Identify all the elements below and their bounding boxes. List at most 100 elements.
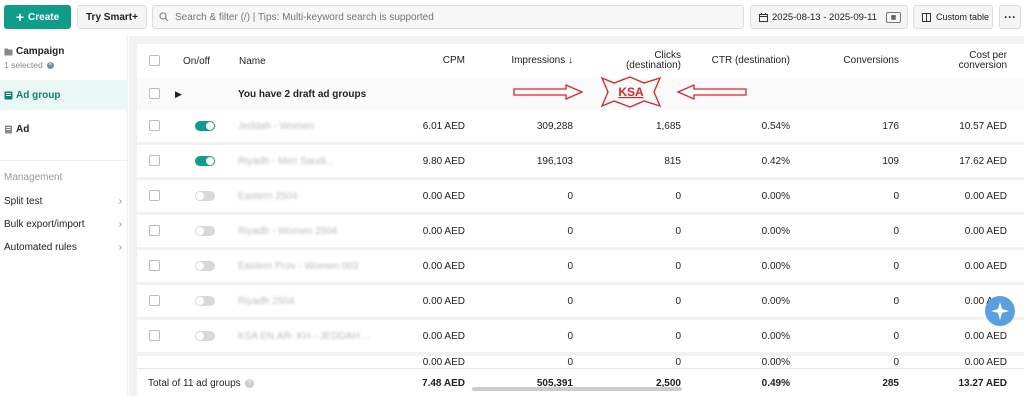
adgroup-name[interactable]: Eastern 2504 [238,180,298,212]
cell-clicks: 0 [675,225,681,237]
table-footer: Total of 11 ad groups ? 7.48 AED 505,391… [137,368,1024,396]
cell-clicks: 0 [675,356,681,368]
search-input[interactable] [175,11,735,23]
sidebar-link-bulk-export[interactable]: Bulk export/import › [4,219,122,230]
cell-impressions: 0 [567,225,573,237]
status-toggle[interactable] [195,331,215,341]
status-toggle[interactable] [195,226,215,236]
cell-cpm: 6.01 AED [422,120,465,132]
header-impressions[interactable]: Impressions ↓ [477,44,573,78]
sidebar-item-ad[interactable]: Ad [0,124,128,135]
header-ctr[interactable]: CTR (destination) [692,44,790,78]
header-conversions[interactable]: Conversions [807,44,899,78]
cell-clicks: 0 [675,260,681,272]
try-smart-plus-button[interactable]: Try Smart+ [77,5,147,29]
clear-selection-icon[interactable]: × [46,61,54,69]
cell-cpm: 0.00 AED [422,190,465,202]
ad-icon [5,125,12,134]
cell-cpm: 0.00 AED [422,330,465,342]
row-checkbox[interactable] [149,260,160,271]
custom-table-button[interactable]: Custom table [913,5,993,29]
cell-clicks: 0 [675,295,681,307]
cell-ctr: 0.00% [761,295,790,307]
table-row[interactable]: Jeddah - Women 6.01 AED 309,288 1,685 0.54% 1… [137,110,1024,142]
adgroup-name[interactable]: Jeddah - Women [238,110,314,142]
toggle-knob [196,332,204,340]
adgroup-icon [4,91,13,99]
table-row[interactable]: Eastern Prov - Women 003 0.00 AED 0 0 0.00% 0… [137,250,1024,282]
cell-cpc: 17.62 AED [959,155,1007,167]
expand-triangle-icon[interactable]: ▶ [175,78,182,110]
sidebar-link-label: Automated rules [4,242,77,253]
table-row[interactable]: KSA EN.AR- KH - JEDDAH ... 0.00 AED 0 0 0.00… [137,320,1024,352]
sidebar-link-split-test[interactable]: Split test › [4,196,122,207]
sparkle-icon [991,302,1009,320]
row-checkbox[interactable] [149,330,160,341]
adgroup-name[interactable]: Riyadh - Men Saudi... [238,145,334,177]
annotation-text: KSA [618,85,644,99]
header-onoff: On/off [183,55,211,67]
cell-cpc: 0.00 AED [964,260,1007,272]
row-checkbox[interactable] [149,120,160,131]
header-cost-per-conversion[interactable]: Cost per conversion [937,44,1007,78]
status-toggle[interactable] [195,296,215,306]
table-row[interactable]: Riyadh - Women 2504 0.00 AED 0 0 0.00% 0 0.00 … [137,215,1024,247]
arrow-left-icon [676,84,747,100]
assistant-button[interactable] [985,296,1015,326]
table-row[interactable]: Riyadh 2504 0.00 AED 0 0 0.00% 0 0.00 AED [137,285,1024,317]
cell-cpc: 0.00 AED [964,190,1007,202]
timezone-icon[interactable]: ▦ [886,11,901,23]
date-range-text: 2025-08-13 - 2025-09-11 [772,11,877,23]
sidebar-item-campaign[interactable]: Campaign [0,46,128,57]
draft-checkbox[interactable] [149,88,160,99]
chevron-right-icon: › [118,242,122,253]
status-toggle[interactable] [195,191,215,201]
toggle-knob [206,157,214,165]
management-heading: Management [4,172,63,183]
adgroup-name[interactable]: KSA EN.AR- KH - JEDDAH ... [238,320,371,352]
row-checkbox[interactable] [149,190,160,201]
cell-conversions: 176 [882,120,899,132]
table-row-partial[interactable]: 0.00 AED 0 0 0.00% 0 0.00 AED [137,356,1024,368]
header-clicks[interactable]: Clicks (destination) [601,44,681,78]
date-range-picker[interactable]: 2025-08-13 - 2025-09-11 ▦ [750,5,908,29]
sidebar-item-adgroup[interactable]: Ad group [0,80,128,110]
search-bar[interactable] [152,5,744,29]
adgroup-name[interactable]: Riyadh - Women 2504 [238,215,337,247]
cell-cpm: 9.80 AED [422,155,465,167]
cell-impressions: 0 [567,295,573,307]
create-button[interactable]: + Create [4,5,71,29]
status-toggle[interactable] [195,261,215,271]
row-checkbox[interactable] [149,225,160,236]
ksa-annotation: KSA [513,76,747,108]
help-icon[interactable]: ? [244,378,254,388]
sidebar-link-automated-rules[interactable]: Automated rules › [4,242,122,253]
select-all-checkbox[interactable] [149,55,160,66]
status-toggle[interactable] [195,121,215,131]
table-row[interactable]: Eastern 2504 0.00 AED 0 0 0.00% 0 0.00 AED [137,180,1024,212]
cell-ctr: 0.54% [761,120,790,132]
adgroup-name[interactable]: Riyadh 2504 [238,285,294,317]
horizontal-scrollbar[interactable] [472,387,682,391]
header-cpm[interactable]: CPM [407,44,465,78]
cell-clicks: 815 [664,155,681,167]
total-cost-per-conversion: 13.27 AED [958,377,1007,389]
cell-clicks: 0 [675,330,681,342]
status-toggle[interactable] [195,156,215,166]
cell-conversions: 0 [893,190,899,202]
total-label: Total of 11 ad groups [148,377,241,389]
row-checkbox[interactable] [149,295,160,306]
row-checkbox[interactable] [149,155,160,166]
cell-impressions: 0 [567,356,573,368]
cell-cpm: 0.00 AED [422,260,465,272]
more-options-button[interactable]: ··· [999,5,1021,29]
table-row[interactable]: Riyadh - Men Saudi... 9.80 AED 196,103 815 0… [137,145,1024,177]
cell-clicks: 0 [675,190,681,202]
columns-icon [922,12,931,22]
cell-conversions: 0 [893,260,899,272]
adgroup-name[interactable]: Eastern Prov - Women 003 [238,250,358,282]
cell-impressions: 0 [567,330,573,342]
header-name[interactable]: Name [239,44,266,78]
plus-icon: + [15,9,25,25]
total-impressions: 505,391 [536,377,573,389]
